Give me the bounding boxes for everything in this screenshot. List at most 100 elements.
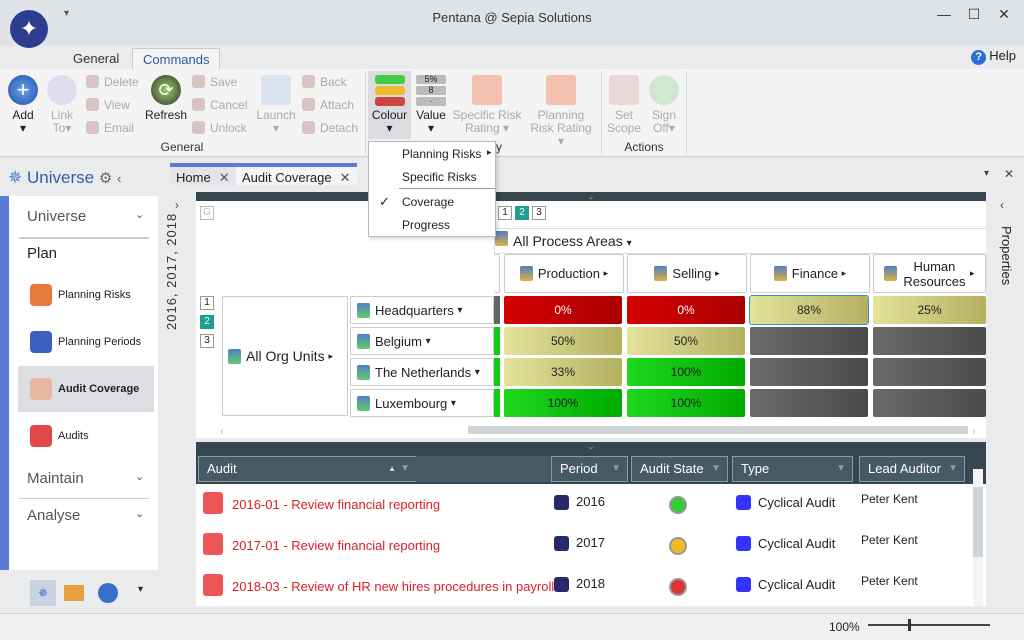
section-maintain[interactable]: Maintain ⌄	[27, 470, 144, 487]
coverage-cell[interactable]: 88%	[749, 295, 869, 325]
row-level-2[interactable]: 2	[200, 315, 214, 329]
table-row[interactable]: 2017-01 - Review financial reporting 2017…	[196, 525, 971, 566]
coverage-cell[interactable]	[873, 327, 986, 355]
value-button[interactable]: 5% 8 · Value ▾	[413, 71, 449, 135]
org-root-header[interactable]: All Org Units ▸	[222, 296, 348, 416]
audit-link[interactable]: 2018-03 - Review of HR new hires procedu…	[232, 579, 554, 594]
coverage-cell[interactable]	[750, 327, 868, 355]
tab-audit-coverage[interactable]: Audit Coverage ✕	[236, 163, 357, 185]
column-header-audit-state[interactable]: Audit State ▼	[631, 456, 728, 482]
coverage-cell[interactable]: 100%	[627, 358, 745, 386]
menu-item-progress[interactable]: Progress	[402, 218, 450, 232]
coverage-cell[interactable]	[750, 389, 868, 417]
ribbon-tab-commands[interactable]: Commands	[132, 48, 221, 70]
sidebar-item-planning-risks[interactable]: Planning Risks	[18, 272, 154, 318]
colour-button[interactable]: Colour ▾	[368, 71, 411, 139]
coverage-cell[interactable]	[750, 358, 868, 386]
coverage-cell[interactable]: 25%	[873, 296, 986, 324]
row-header-belgium[interactable]: Belgium ▾	[350, 327, 494, 355]
zoom-slider[interactable]	[868, 619, 990, 631]
coverage-cell[interactable]: 0%	[627, 296, 745, 324]
more-dropdown-icon[interactable]: ▾	[138, 584, 143, 595]
coverage-cell[interactable]: 33%	[504, 358, 622, 386]
reset-icon[interactable]: G	[200, 206, 214, 220]
close-tab-icon[interactable]: ✕	[340, 170, 351, 185]
collapse-bar[interactable]: ⌄	[196, 192, 986, 201]
coverage-cell[interactable]: 50%	[627, 327, 745, 355]
column-level-2[interactable]: 2	[515, 206, 529, 220]
zoom-slider-thumb[interactable]	[908, 619, 911, 631]
sidebar-item-audits[interactable]: Audits	[18, 413, 154, 459]
coverage-cell[interactable]: 100%	[504, 389, 622, 417]
column-header-period[interactable]: Period ▼	[551, 456, 628, 482]
section-analyse[interactable]: Analyse ⌄	[27, 507, 144, 524]
table-row[interactable]: 2018-03 - Review of HR new hires procedu…	[196, 566, 971, 607]
delete-button[interactable]: Delete	[86, 71, 139, 94]
row-header-luxembourg[interactable]: Luxembourg ▾	[350, 389, 494, 417]
menu-item-planning-risks[interactable]: Planning Risks ▸	[402, 147, 492, 161]
sidebar-item-planning-periods[interactable]: Planning Periods	[18, 319, 154, 365]
planning-risk-rating-button[interactable]: Planning Risk Rating ▾	[526, 75, 596, 148]
calendar-view-icon[interactable]	[64, 585, 84, 601]
expand-filter-icon[interactable]: ›	[175, 198, 179, 212]
audit-link[interactable]: 2016-01 - Review financial reporting	[232, 497, 440, 512]
column-header-lead-auditor[interactable]: Lead Auditor ▼	[859, 456, 965, 482]
menu-item-coverage[interactable]: Coverage	[402, 195, 454, 209]
coverage-cell[interactable]: 0%	[504, 296, 622, 324]
coverage-cell[interactable]	[873, 389, 986, 417]
column-header-selling[interactable]: Selling ▸	[627, 254, 747, 293]
tab-home[interactable]: Home ✕	[170, 163, 236, 185]
row-header-the-netherlands[interactable]: The Netherlands ▾	[350, 358, 494, 386]
set-scope-button[interactable]: Set Scope	[606, 75, 642, 135]
sidebar-item-audit-coverage[interactable]: Audit Coverage	[18, 366, 154, 412]
column-level-3[interactable]: 3	[532, 206, 546, 220]
user-view-icon[interactable]	[98, 583, 118, 603]
maximize-button[interactable]: ☐	[964, 6, 984, 23]
row-header-headquarters[interactable]: Headquarters ▾	[350, 296, 494, 324]
audit-link[interactable]: 2017-01 - Review financial reporting	[232, 538, 440, 553]
section-plan[interactable]: Plan	[27, 245, 57, 262]
sign-off-button[interactable]: Sign Off▾	[646, 75, 682, 135]
help-button[interactable]: ? Help	[971, 48, 1016, 65]
launch-button[interactable]: Launch ▾	[255, 75, 297, 135]
row-level-1[interactable]: 1	[200, 296, 214, 310]
column-level-1[interactable]: 1	[498, 206, 512, 220]
unlock-button[interactable]: Unlock	[192, 117, 247, 140]
ribbon-tab-general[interactable]: General	[63, 48, 129, 70]
coverage-cell[interactable]	[873, 358, 986, 386]
scroll-right-icon[interactable]: ›	[972, 426, 976, 438]
vertical-scrollbar[interactable]	[973, 469, 983, 606]
attach-button[interactable]: Attach	[302, 94, 354, 117]
tab-list-dropdown-icon[interactable]: ▾	[984, 168, 989, 179]
collapse-sidebar-icon[interactable]: ‹	[117, 171, 121, 186]
link-to-button[interactable]: Link To▾	[46, 75, 78, 135]
refresh-button[interactable]: ⟳ Refresh	[144, 75, 188, 122]
close-tab-icon[interactable]: ✕	[219, 170, 230, 185]
scroll-left-icon[interactable]: ‹	[220, 426, 224, 438]
view-button[interactable]: View	[86, 94, 130, 117]
horizontal-scrollbar[interactable]	[468, 426, 968, 434]
column-header-finance[interactable]: Finance ▸	[750, 254, 870, 293]
menu-item-specific-risks[interactable]: Specific Risks	[402, 170, 477, 184]
column-header-type[interactable]: Type ▼	[732, 456, 853, 482]
year-filter[interactable]: 2016, 2017, 2018	[164, 213, 179, 330]
add-button[interactable]: + Add ▾	[6, 75, 40, 135]
close-button[interactable]: ✕	[994, 6, 1014, 23]
universe-view-icon[interactable]: ✵	[30, 580, 56, 606]
specific-risk-rating-button[interactable]: Specific Risk Rating ▾	[452, 75, 522, 135]
column-header-production[interactable]: Production ▸	[504, 254, 624, 293]
row-level-3[interactable]: 3	[200, 334, 214, 348]
detach-button[interactable]: Detach	[302, 117, 358, 140]
column-header-audit[interactable]: Audit ▲ ▼	[198, 456, 417, 482]
section-universe[interactable]: Universe ⌄	[27, 208, 144, 225]
email-button[interactable]: Email	[86, 117, 134, 140]
minimize-button[interactable]: —	[934, 6, 954, 22]
table-row[interactable]: 2016-01 - Review financial reporting 2016…	[196, 484, 971, 525]
cancel-button[interactable]: Cancel	[192, 94, 247, 117]
save-button[interactable]: Save	[192, 71, 237, 94]
properties-label[interactable]: Properties	[999, 226, 1014, 285]
expand-properties-icon[interactable]: ‹	[1000, 198, 1004, 212]
process-root-header[interactable]: All Process Areas ▾	[494, 228, 986, 254]
close-pane-icon[interactable]: ✕	[1004, 167, 1014, 181]
back-button[interactable]: Back	[302, 71, 347, 94]
